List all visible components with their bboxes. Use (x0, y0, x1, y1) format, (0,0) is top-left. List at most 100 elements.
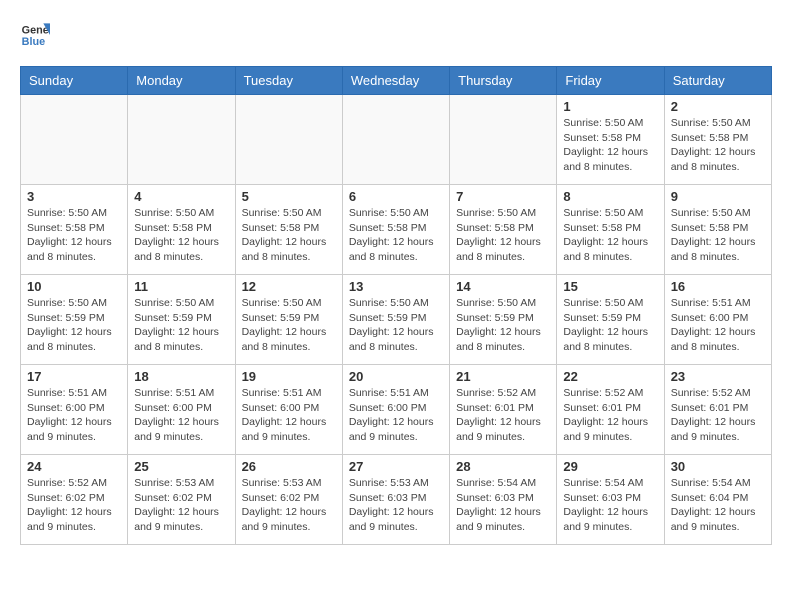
day-number: 26 (242, 459, 336, 474)
day-number: 19 (242, 369, 336, 384)
calendar-cell (21, 95, 128, 185)
day-number: 25 (134, 459, 228, 474)
calendar-cell: 30Sunrise: 5:54 AM Sunset: 6:04 PM Dayli… (664, 455, 771, 545)
calendar-cell: 14Sunrise: 5:50 AM Sunset: 5:59 PM Dayli… (450, 275, 557, 365)
calendar-cell (235, 95, 342, 185)
calendar-cell: 19 Sunrise: 5:51 AM Sunset: 6:00 PM Dayli… (235, 365, 342, 455)
day-info: Sunrise: 5:52 AM Sunset: 6:01 PM Dayligh… (456, 386, 550, 445)
calendar-cell (128, 95, 235, 185)
day-info: Sunrise: 5:51 AM Sunset: 6:00 PM Dayligh… (242, 386, 336, 445)
calendar-cell: 1 Sunrise: 5:50 AM Sunset: 5:58 PM Daylig… (557, 95, 664, 185)
day-info: Sunrise: 5:52 AM Sunset: 6:01 PM Dayligh… (563, 386, 657, 445)
calendar-week-row: 1 Sunrise: 5:50 AM Sunset: 5:58 PM Daylig… (21, 95, 772, 185)
day-number: 6 (349, 189, 443, 204)
day-number: 15 (563, 279, 657, 294)
calendar-week-row: 24 Sunrise: 5:52 AM Sunset: 6:02 PM Dayli… (21, 455, 772, 545)
weekday-header: Thursday (450, 67, 557, 95)
day-number: 2 (671, 99, 765, 114)
day-number: 12 (242, 279, 336, 294)
day-number: 27 (349, 459, 443, 474)
day-info: Sunrise: 5:52 AM Sunset: 6:01 PM Dayligh… (671, 386, 765, 445)
weekday-header: Monday (128, 67, 235, 95)
calendar-cell: 28Sunrise: 5:54 AM Sunset: 6:03 PM Dayli… (450, 455, 557, 545)
day-info: Sunrise: 5:50 AM Sunset: 5:58 PM Dayligh… (456, 206, 550, 265)
day-info: Sunrise: 5:50 AM Sunset: 5:58 PM Dayligh… (563, 116, 657, 175)
calendar-cell: 26 Sunrise: 5:53 AM Sunset: 6:02 PM Dayli… (235, 455, 342, 545)
calendar-cell: 2 Sunrise: 5:50 AM Sunset: 5:58 PM Daylig… (664, 95, 771, 185)
day-number: 7 (456, 189, 550, 204)
day-info: Sunrise: 5:51 AM Sunset: 6:00 PM Dayligh… (349, 386, 443, 445)
calendar-cell: 22 Sunrise: 5:52 AM Sunset: 6:01 PM Dayli… (557, 365, 664, 455)
day-number: 21 (456, 369, 550, 384)
calendar-cell: 12 Sunrise: 5:50 AM Sunset: 5:59 PM Dayli… (235, 275, 342, 365)
calendar-cell: 29Sunrise: 5:54 AM Sunset: 6:03 PM Dayli… (557, 455, 664, 545)
calendar-cell: 4 Sunrise: 5:50 AM Sunset: 5:58 PM Daylig… (128, 185, 235, 275)
calendar-cell: 17 Sunrise: 5:51 AM Sunset: 6:00 PM Dayli… (21, 365, 128, 455)
page-header: General Blue (20, 20, 772, 50)
calendar-week-row: 17 Sunrise: 5:51 AM Sunset: 6:00 PM Dayli… (21, 365, 772, 455)
day-number: 17 (27, 369, 121, 384)
calendar-cell: 27 Sunrise: 5:53 AM Sunset: 6:03 PM Dayli… (342, 455, 449, 545)
calendar-cell: 23 Sunrise: 5:52 AM Sunset: 6:01 PM Dayli… (664, 365, 771, 455)
day-info: Sunrise: 5:50 AM Sunset: 5:59 PM Dayligh… (563, 296, 657, 355)
day-info: Sunrise: 5:50 AM Sunset: 5:58 PM Dayligh… (671, 116, 765, 175)
day-number: 9 (671, 189, 765, 204)
calendar-cell: 7 Sunrise: 5:50 AM Sunset: 5:58 PM Daylig… (450, 185, 557, 275)
weekday-header: Tuesday (235, 67, 342, 95)
calendar-cell: 5Sunrise: 5:50 AM Sunset: 5:58 PM Daylig… (235, 185, 342, 275)
calendar-cell: 18Sunrise: 5:51 AM Sunset: 6:00 PM Dayli… (128, 365, 235, 455)
calendar-cell: 20 Sunrise: 5:51 AM Sunset: 6:00 PM Dayli… (342, 365, 449, 455)
day-number: 20 (349, 369, 443, 384)
calendar-cell (450, 95, 557, 185)
day-number: 3 (27, 189, 121, 204)
weekday-header: Wednesday (342, 67, 449, 95)
day-number: 22 (563, 369, 657, 384)
calendar-cell: 10 Sunrise: 5:50 AM Sunset: 5:59 PM Dayli… (21, 275, 128, 365)
day-info: Sunrise: 5:50 AM Sunset: 5:58 PM Dayligh… (134, 206, 228, 265)
day-number: 28 (456, 459, 550, 474)
day-info: Sunrise: 5:51 AM Sunset: 6:00 PM Dayligh… (27, 386, 121, 445)
calendar-cell: 21 Sunrise: 5:52 AM Sunset: 6:01 PM Dayli… (450, 365, 557, 455)
weekday-header: Sunday (21, 67, 128, 95)
day-number: 1 (563, 99, 657, 114)
day-info: Sunrise: 5:50 AM Sunset: 5:59 PM Dayligh… (349, 296, 443, 355)
day-info: Sunrise: 5:50 AM Sunset: 5:59 PM Dayligh… (242, 296, 336, 355)
day-number: 23 (671, 369, 765, 384)
day-info: Sunrise: 5:53 AM Sunset: 6:02 PM Dayligh… (134, 476, 228, 535)
day-info: Sunrise: 5:53 AM Sunset: 6:03 PM Dayligh… (349, 476, 443, 535)
svg-text:Blue: Blue (22, 36, 45, 48)
day-info: Sunrise: 5:53 AM Sunset: 6:02 PM Dayligh… (242, 476, 336, 535)
day-number: 4 (134, 189, 228, 204)
calendar-cell: 6Sunrise: 5:50 AM Sunset: 5:58 PM Daylig… (342, 185, 449, 275)
calendar-week-row: 10 Sunrise: 5:50 AM Sunset: 5:59 PM Dayli… (21, 275, 772, 365)
day-info: Sunrise: 5:50 AM Sunset: 5:58 PM Dayligh… (671, 206, 765, 265)
day-number: 8 (563, 189, 657, 204)
calendar-table: SundayMondayTuesdayWednesdayThursdayFrid… (20, 66, 772, 545)
day-info: Sunrise: 5:51 AM Sunset: 6:00 PM Dayligh… (671, 296, 765, 355)
day-info: Sunrise: 5:50 AM Sunset: 5:58 PM Dayligh… (27, 206, 121, 265)
calendar-cell: 16 Sunrise: 5:51 AM Sunset: 6:00 PM Dayli… (664, 275, 771, 365)
calendar-cell: 9 Sunrise: 5:50 AM Sunset: 5:58 PM Daylig… (664, 185, 771, 275)
day-number: 29 (563, 459, 657, 474)
calendar-cell: 11 Sunrise: 5:50 AM Sunset: 5:59 PM Dayli… (128, 275, 235, 365)
day-number: 16 (671, 279, 765, 294)
day-number: 10 (27, 279, 121, 294)
day-info: Sunrise: 5:50 AM Sunset: 5:59 PM Dayligh… (134, 296, 228, 355)
day-info: Sunrise: 5:52 AM Sunset: 6:02 PM Dayligh… (27, 476, 121, 535)
calendar-header-row: SundayMondayTuesdayWednesdayThursdayFrid… (21, 67, 772, 95)
day-info: Sunrise: 5:50 AM Sunset: 5:59 PM Dayligh… (27, 296, 121, 355)
calendar-week-row: 3 Sunrise: 5:50 AM Sunset: 5:58 PM Daylig… (21, 185, 772, 275)
day-number: 18 (134, 369, 228, 384)
calendar-cell: 13 Sunrise: 5:50 AM Sunset: 5:59 PM Dayli… (342, 275, 449, 365)
weekday-header: Friday (557, 67, 664, 95)
calendar-cell: 24 Sunrise: 5:52 AM Sunset: 6:02 PM Dayli… (21, 455, 128, 545)
calendar-cell: 15 Sunrise: 5:50 AM Sunset: 5:59 PM Dayli… (557, 275, 664, 365)
day-number: 30 (671, 459, 765, 474)
day-number: 11 (134, 279, 228, 294)
calendar-cell (342, 95, 449, 185)
day-number: 24 (27, 459, 121, 474)
calendar-cell: 8Sunrise: 5:50 AM Sunset: 5:58 PM Daylig… (557, 185, 664, 275)
day-number: 5 (242, 189, 336, 204)
day-number: 13 (349, 279, 443, 294)
day-number: 14 (456, 279, 550, 294)
